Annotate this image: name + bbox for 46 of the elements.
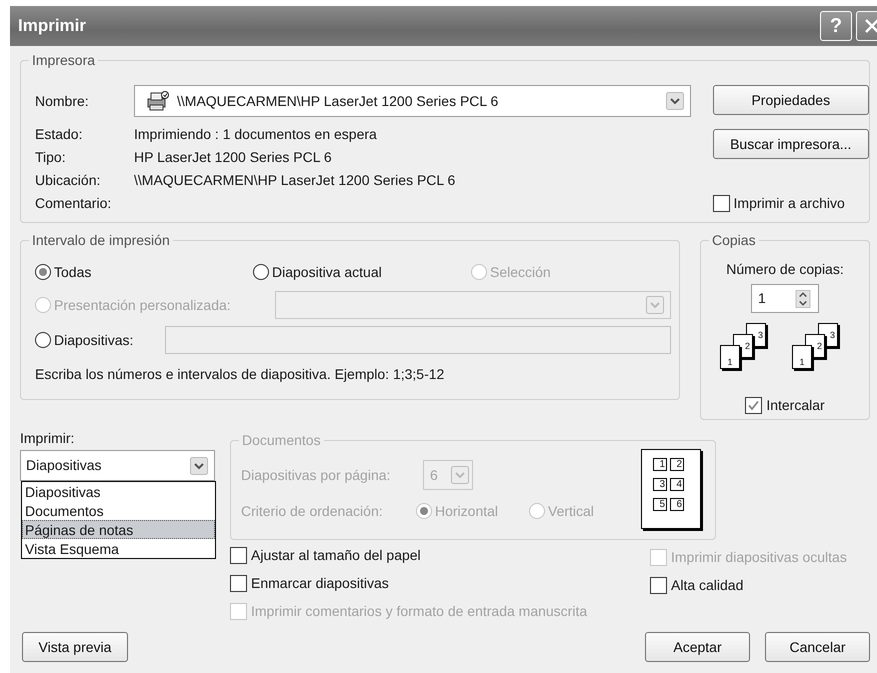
option-checkbox[interactable]: Enmarcar diapositivas [230, 572, 389, 594]
custom-show-select[interactable] [274, 291, 671, 319]
field-label: Tipo: [35, 148, 67, 167]
dropdown-option[interactable]: Vista Esquema [22, 539, 215, 558]
page-stack-drawing: 1 2 3 [792, 321, 850, 373]
radio-option[interactable]: Diapositivas: [35, 330, 165, 350]
field-value: HP LaserJet 1200 Series PCL 6 [134, 148, 332, 167]
copies-spinner[interactable]: 1 [751, 284, 819, 313]
option-checkbox[interactable]: Alta calidad [650, 574, 744, 596]
collate-checkbox[interactable]: Intercalar [745, 395, 825, 416]
option-checkbox[interactable]: Ajustar al tamaño del papel [230, 544, 421, 566]
print-preview-button[interactable]: Vista previa [22, 632, 128, 662]
group-legend: Documentos [239, 432, 324, 448]
dropdown-option[interactable]: Diapositivas [22, 482, 215, 501]
find-printer-button[interactable]: Buscar impresora... [712, 129, 869, 159]
printer-icon [145, 90, 169, 112]
field-label: Ubicación: [35, 171, 102, 190]
slides-input[interactable] [164, 326, 671, 354]
radio-option[interactable]: Diapositiva actual [253, 262, 471, 282]
page-stack-drawing: 1 2 3 [720, 321, 778, 373]
field-value: \\MAQUECARMEN\HP LaserJet 1200 Series PCL 6 [134, 171, 456, 190]
properties-button[interactable]: Propiedades [712, 85, 869, 115]
page-layout-drawing: 1 2 3 4 5 6 [641, 449, 701, 529]
field-label: Diapositivas por página: [241, 466, 392, 485]
group-legend: Intervalo de impresión [29, 232, 173, 248]
ok-button[interactable]: Aceptar [645, 632, 750, 662]
field-label: Nombre: [35, 92, 90, 110]
print-to-file-checkbox[interactable]: Imprimir a archivo [712, 193, 869, 214]
field-label: Imprimir: [20, 430, 74, 446]
hint-text: Escriba los números e intervalos de diapositiva. Ejemplo: 1;3;5-12 [35, 365, 446, 384]
field-label: Estado: [35, 125, 84, 144]
radio-option[interactable]: Todas [35, 262, 253, 282]
window-title: Imprimir [18, 15, 86, 38]
field-label: Criterio de ordenación: [241, 502, 384, 520]
check-icon [747, 399, 760, 412]
printer-select[interactable]: \\MAQUECARMEN\HP LaserJet 1200 Series PCL 6 [134, 85, 691, 117]
field-value: Imprimiendo : 1 documentos en espera [134, 125, 377, 144]
field-label: Comentario: [35, 194, 112, 213]
dropdown-option[interactable]: Páginas de notas [22, 520, 215, 539]
dropdown-option[interactable]: Documentos [22, 501, 215, 520]
close-icon [865, 19, 877, 33]
group-legend: Impresora [29, 52, 98, 68]
group-legend: Copias [709, 232, 759, 248]
field-label: Número de copias: [726, 261, 844, 277]
cancel-button[interactable]: Cancelar [765, 632, 870, 662]
spin-arrows-icon [794, 290, 812, 308]
